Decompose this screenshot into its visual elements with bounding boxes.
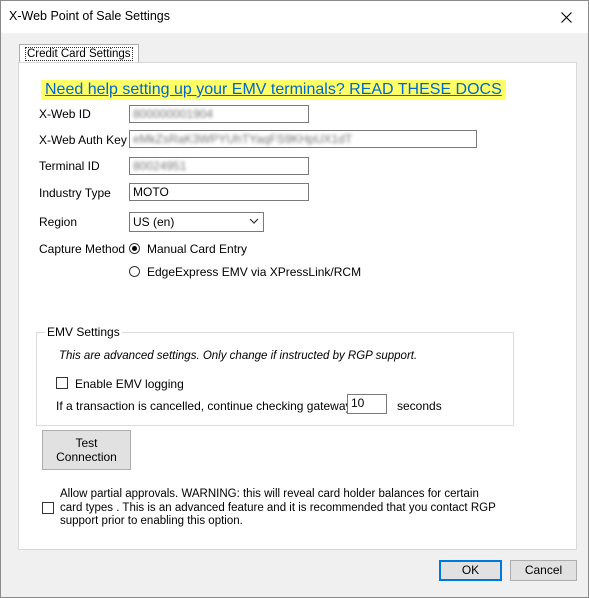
edgeexpress-label: EdgeExpress EMV via XPressLink/RCM xyxy=(147,265,362,279)
region-select[interactable]: US (en) xyxy=(129,212,264,232)
settings-dialog: X-Web Point of Sale Settings Credit Card… xyxy=(0,0,589,598)
chevron-down-icon xyxy=(249,218,259,224)
xweb-id-field[interactable]: 800000001904 xyxy=(129,105,309,123)
test-connection-button[interactable]: Test Connection xyxy=(42,430,131,470)
region-value: US (en) xyxy=(133,215,175,229)
close-button[interactable] xyxy=(544,1,588,33)
industry-type-field[interactable]: MOTO xyxy=(129,183,309,201)
emv-note: This are advanced settings. Only change … xyxy=(59,350,418,362)
partial-approvals-label: Allow partial approvals. WARNING: this w… xyxy=(60,488,496,527)
emv-logging-checkbox[interactable] xyxy=(56,377,68,389)
xweb-id-label: X-Web ID xyxy=(39,107,91,121)
auth-key-field[interactable]: eMkZsRaK3WPYUhTYaqFS9KHpUX1dT xyxy=(129,130,477,148)
auth-key-label: X-Web Auth Key xyxy=(39,133,127,147)
edgeexpress-radio[interactable] xyxy=(129,266,140,277)
emv-settings-legend: EMV Settings xyxy=(45,325,122,339)
partial-approvals-checkbox[interactable] xyxy=(42,502,54,514)
terminal-id-field[interactable]: 80024951 xyxy=(129,157,309,175)
timeout-field[interactable]: 10 xyxy=(347,394,387,414)
cancel-button[interactable]: Cancel xyxy=(510,560,577,581)
emv-settings-group: EMV Settings This are advanced settings.… xyxy=(36,325,514,426)
industry-type-label: Industry Type xyxy=(39,186,111,200)
emv-logging-label: Enable EMV logging xyxy=(75,377,184,391)
credit-card-settings-panel: Need help setting up your EMV terminals?… xyxy=(18,62,577,550)
emv-docs-link[interactable]: Need help setting up your EMV terminals?… xyxy=(41,80,506,100)
capture-method-label: Capture Method xyxy=(39,242,126,256)
timeout-suffix: seconds xyxy=(397,399,442,413)
window-title: X-Web Point of Sale Settings xyxy=(9,9,170,23)
title-bar: X-Web Point of Sale Settings xyxy=(1,1,588,33)
close-icon xyxy=(560,11,572,23)
tab-credit-card-settings[interactable]: Credit Card Settings xyxy=(19,44,139,63)
timeout-prefix: If a transaction is cancelled, continue … xyxy=(56,399,369,413)
region-label: Region xyxy=(39,215,78,229)
ok-button[interactable]: OK xyxy=(439,560,502,581)
terminal-id-label: Terminal ID xyxy=(39,159,100,173)
manual-entry-radio[interactable] xyxy=(129,243,140,254)
manual-entry-label: Manual Card Entry xyxy=(147,242,248,256)
